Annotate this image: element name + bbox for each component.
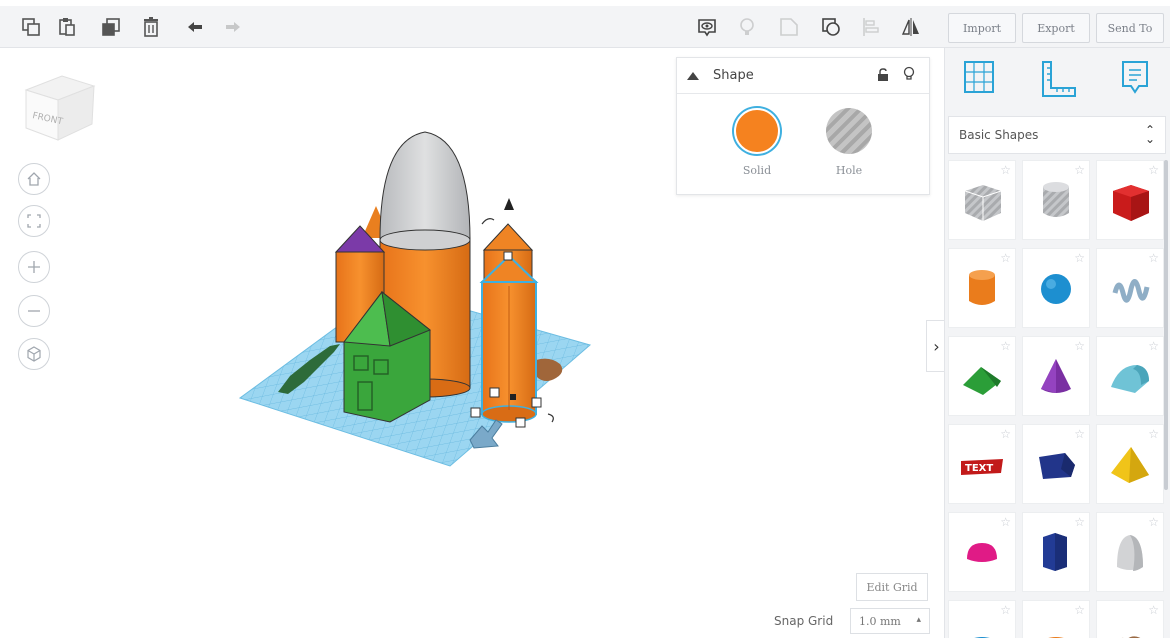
- import-button[interactable]: Import: [948, 13, 1016, 43]
- orthographic-button[interactable]: [18, 338, 50, 370]
- workplane-icon[interactable]: [963, 60, 997, 100]
- shape-partial-1[interactable]: ☆: [948, 600, 1016, 638]
- solid-swatch[interactable]: [734, 108, 780, 154]
- shape-roof[interactable]: ☆: [948, 336, 1016, 416]
- height-handle-icon[interactable]: [504, 198, 514, 210]
- shape-scribble[interactable]: ☆: [1096, 248, 1164, 328]
- shape-partial-3[interactable]: ☆: [1096, 600, 1164, 638]
- grey-paraboloid[interactable]: [379, 131, 471, 251]
- workplane-scene[interactable]: [230, 120, 610, 474]
- shape-text[interactable]: ☆ TEXT: [948, 424, 1016, 504]
- copy-icon[interactable]: [18, 14, 44, 40]
- inspector-header[interactable]: Shape: [677, 58, 929, 94]
- caret-icon: ▴: [916, 615, 921, 625]
- hole-option[interactable]: Hole: [819, 108, 879, 177]
- shape-cylinder-hole[interactable]: ☆: [1022, 160, 1090, 240]
- group-icon[interactable]: [776, 14, 802, 40]
- action-bar: Import Export Send To: [940, 6, 1170, 48]
- shape-box-hole[interactable]: ☆: [948, 160, 1016, 240]
- chevron-right-icon: ›: [933, 336, 940, 356]
- shapes-panel: Basic Shapes ⌃ ⌄ ☆ ☆ ☆ ☆ ☆ ☆ ☆ ☆ ☆ ☆ TEX…: [944, 48, 1170, 638]
- export-button[interactable]: Export: [1022, 13, 1090, 43]
- zoom-out-button[interactable]: [18, 295, 50, 327]
- panel-scrollbar[interactable]: [1164, 160, 1168, 490]
- shape-inspector: Shape Solid Hole: [676, 57, 930, 195]
- collapse-icon[interactable]: [687, 71, 699, 80]
- zoom-in-button[interactable]: [18, 251, 50, 283]
- shape-cone[interactable]: ☆: [1022, 336, 1090, 416]
- solid-option[interactable]: Solid: [727, 108, 787, 177]
- shape-partial-2[interactable]: ☆: [1022, 600, 1090, 638]
- shape-pyramid[interactable]: ☆: [1096, 424, 1164, 504]
- shape-category-label: Basic Shapes: [959, 128, 1039, 142]
- shape-polygon[interactable]: ☆: [1022, 424, 1090, 504]
- send-to-button[interactable]: Send To: [1096, 13, 1164, 43]
- panel-collapse-button[interactable]: ›: [926, 320, 946, 372]
- mirror-icon[interactable]: [898, 14, 924, 40]
- shape-cylinder[interactable]: ☆: [948, 248, 1016, 328]
- redo-icon[interactable]: [220, 14, 246, 40]
- shape-round-roof[interactable]: ☆: [1096, 336, 1164, 416]
- orthographic-icon: [27, 346, 41, 362]
- fit-all-button[interactable]: [18, 205, 50, 237]
- show-all-icon[interactable]: [694, 14, 720, 40]
- notes-icon[interactable]: [1121, 60, 1149, 100]
- snap-grid-label: Snap Grid: [774, 614, 834, 628]
- shape-half-sphere[interactable]: ☆: [948, 512, 1016, 592]
- light-bulb-icon[interactable]: [903, 66, 915, 86]
- shape-category-select[interactable]: Basic Shapes ⌃ ⌄: [948, 116, 1166, 154]
- hole-label: Hole: [835, 164, 863, 177]
- shape-paraboloid[interactable]: ☆: [1096, 512, 1164, 592]
- light-bulb-icon[interactable]: [734, 14, 760, 40]
- view-cube[interactable]: FRONT: [22, 68, 102, 152]
- shape-hexagonal-prism[interactable]: ☆: [1022, 512, 1090, 592]
- undo-icon[interactable]: [182, 14, 208, 40]
- snap-grid-select[interactable]: 1.0 mm ▴: [850, 608, 930, 634]
- tinkercad-editor: Import Export Send To FRONT Shape Solid …: [0, 0, 1170, 638]
- zoom-in-icon: [28, 261, 40, 273]
- inspector-title: Shape: [713, 68, 754, 83]
- top-toolbar: [0, 6, 940, 48]
- panel-tabs: [945, 60, 1170, 110]
- paste-icon[interactable]: [54, 14, 80, 40]
- edit-grid-button[interactable]: Edit Grid: [856, 573, 928, 601]
- select-arrows-icon: ⌃ ⌄: [1144, 123, 1155, 146]
- align-icon[interactable]: [858, 14, 884, 40]
- delete-icon[interactable]: [138, 14, 164, 40]
- fit-all-icon: [27, 214, 41, 228]
- rotate-handle-icon[interactable]: [481, 218, 495, 225]
- home-view-button[interactable]: [18, 163, 50, 195]
- ruler-icon[interactable]: [1041, 60, 1077, 102]
- ungroup-icon[interactable]: [818, 14, 844, 40]
- lock-icon[interactable]: [877, 67, 889, 86]
- snap-grid-value: 1.0 mm: [859, 614, 901, 628]
- home-icon: [27, 172, 41, 186]
- svg-text:TEXT: TEXT: [965, 463, 993, 474]
- duplicate-icon[interactable]: [98, 14, 124, 40]
- solid-label: Solid: [742, 164, 772, 177]
- zoom-out-icon: [28, 310, 40, 312]
- shape-sphere[interactable]: ☆: [1022, 248, 1090, 328]
- hole-swatch[interactable]: [826, 108, 872, 154]
- shape-box[interactable]: ☆: [1096, 160, 1164, 240]
